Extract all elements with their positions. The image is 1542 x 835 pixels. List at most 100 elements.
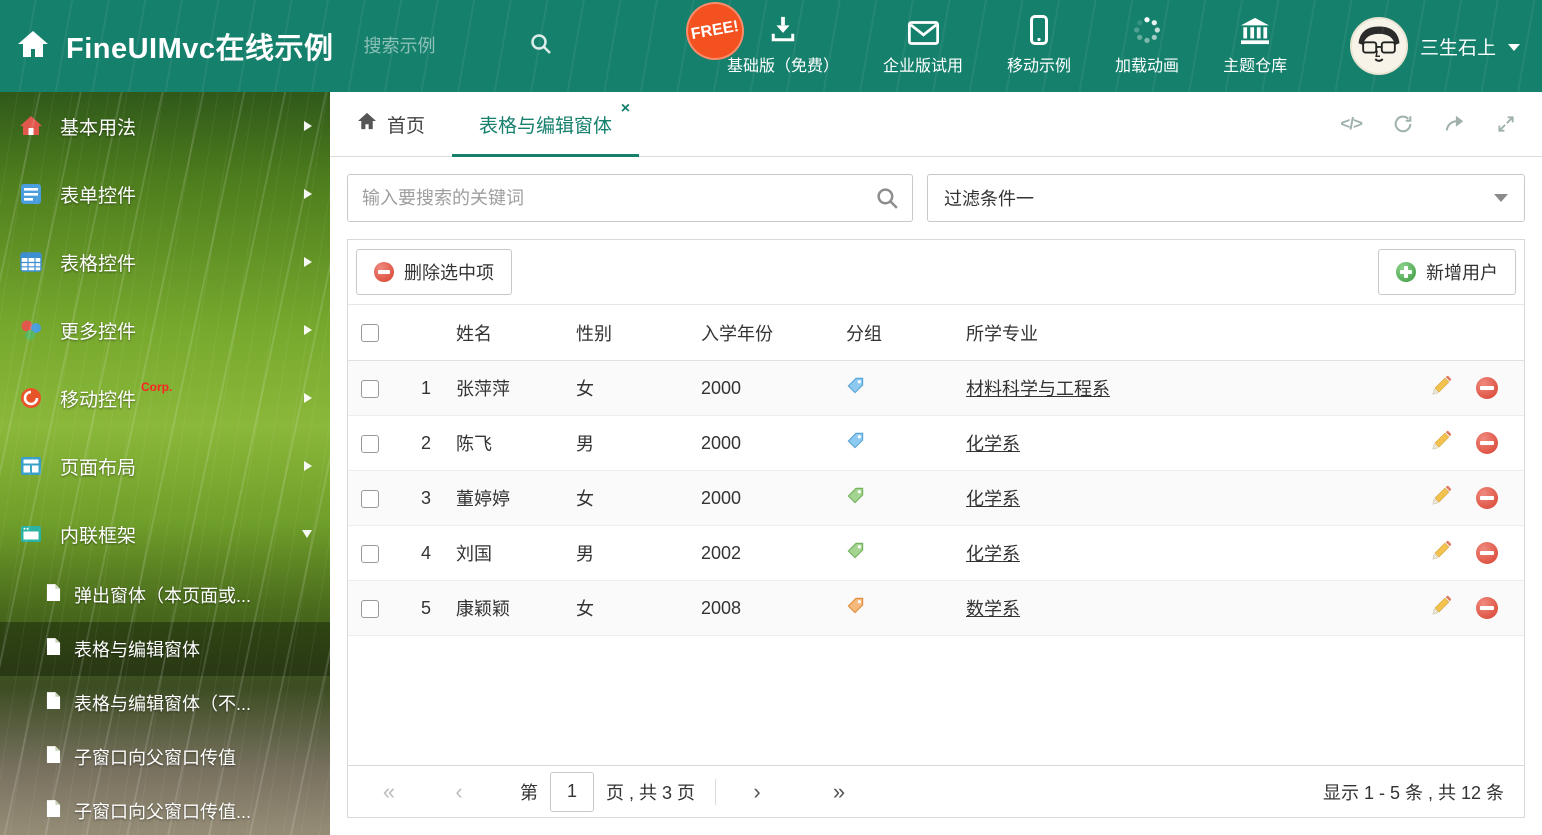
sidebar-item-grid-controls[interactable]: 表格控件: [0, 228, 330, 296]
row-gender: 女: [576, 489, 594, 509]
tab-tools: </>: [1340, 92, 1542, 156]
prev-page-button[interactable]: ‹: [438, 779, 480, 805]
chevron-down-icon: [302, 530, 312, 538]
table-row[interactable]: 2 陈飞 男 2000 化学系: [348, 416, 1524, 471]
table-row[interactable]: 5 康颖颖 女 2008 数学系: [348, 581, 1524, 636]
table-row[interactable]: 3 董婷婷 女 2000 化学系: [348, 471, 1524, 526]
subitem-label: 表格与编辑窗体（不...: [74, 694, 252, 714]
sidebar-subitem-child-to-parent-2[interactable]: 子窗口向父窗口传值...: [0, 784, 330, 835]
next-page-button[interactable]: ›: [736, 779, 778, 805]
major-link[interactable]: 化学系: [966, 544, 1020, 564]
nav-basic-edition[interactable]: 基础版（免费）: [727, 13, 839, 76]
add-user-button[interactable]: 新增用户: [1378, 249, 1516, 295]
col-major: 所学专业: [966, 323, 1038, 344]
corp-badge: Corp.: [141, 380, 173, 394]
major-link[interactable]: 数学系: [966, 599, 1020, 619]
table-row[interactable]: 1 张萍萍 女 2000 材料科学与工程系: [348, 361, 1524, 416]
tab-grid-edit-window[interactable]: 表格与编辑窗体 ×: [452, 92, 640, 157]
sidebar-item-more-controls[interactable]: 更多控件: [0, 296, 330, 364]
caret-down-icon: [1494, 194, 1508, 202]
row-number: 1: [420, 377, 431, 398]
sidebar-item-form-controls[interactable]: 表单控件: [0, 160, 330, 228]
expand-icon[interactable]: [1496, 114, 1516, 134]
edit-icon[interactable]: [1430, 595, 1452, 622]
sidebar-item-mobile-controls[interactable]: 移动控件 Corp.: [0, 364, 330, 432]
tab-close-icon[interactable]: ×: [621, 101, 630, 117]
widgets-icon: [18, 317, 44, 343]
sidebar-subitem-grid-edit-window-2[interactable]: 表格与编辑窗体（不...: [0, 676, 330, 730]
keyword-search-input[interactable]: [348, 175, 912, 221]
user-menu[interactable]: 三生石上: [1349, 17, 1542, 75]
page-number-input[interactable]: [550, 771, 594, 812]
tab-content: 过滤条件一 删除选中项 新增用户 姓名 性别: [330, 157, 1542, 835]
header-search-input[interactable]: [363, 35, 529, 57]
tag-icon: [847, 542, 864, 559]
delete-row-icon[interactable]: [1476, 377, 1498, 399]
top-header: FineUIMvc在线示例 FREE! 基础版（免费） 企业版试用 移动示例: [0, 0, 1542, 92]
last-page-button[interactable]: »: [818, 779, 860, 805]
sidebar-item-basic-usage[interactable]: 基本用法: [0, 92, 330, 160]
subitem-label: 表格与编辑窗体: [74, 640, 200, 660]
share-icon[interactable]: [1444, 113, 1466, 135]
row-gender: 女: [576, 599, 594, 619]
filter-dropdown[interactable]: 过滤条件一: [927, 174, 1525, 222]
sidebar-subitem-grid-edit-window[interactable]: 表格与编辑窗体: [0, 622, 330, 676]
sidebar-item-label: 基本用法: [60, 117, 137, 139]
major-link[interactable]: 化学系: [966, 434, 1020, 454]
delete-row-icon[interactable]: [1476, 487, 1498, 509]
delete-row-icon[interactable]: [1476, 432, 1498, 454]
row-checkbox[interactable]: [361, 544, 379, 563]
search-icon[interactable]: [875, 186, 900, 216]
row-checkbox[interactable]: [361, 599, 379, 618]
house-icon: [18, 113, 44, 139]
sidebar-subitem-child-to-parent[interactable]: 子窗口向父窗口传值: [0, 730, 330, 784]
pagination-bar: « ‹ 第 页 , 共 3 页 › » 显示 1 - 5 条 , 共 12 条: [348, 765, 1524, 817]
row-name: 董婷婷: [456, 489, 510, 509]
search-icon[interactable]: [529, 32, 553, 61]
row-gender: 女: [576, 379, 594, 399]
refresh-icon[interactable]: [1392, 113, 1414, 135]
delete-selected-button[interactable]: 删除选中项: [356, 249, 512, 295]
page-label-prefix: 第: [520, 782, 538, 803]
row-number: 4: [420, 542, 431, 563]
envelope-icon: [907, 13, 939, 45]
nav-theme-store[interactable]: 主题仓库: [1223, 13, 1287, 76]
nav-loading-animation[interactable]: 加载动画: [1115, 13, 1179, 76]
edit-icon[interactable]: [1430, 430, 1452, 457]
edit-icon[interactable]: [1430, 540, 1452, 567]
brand[interactable]: FineUIMvc在线示例: [0, 25, 334, 67]
major-link[interactable]: 材料科学与工程系: [966, 379, 1110, 399]
subitem-label: 子窗口向父窗口传值...: [74, 802, 252, 822]
caret-down-icon: [1508, 44, 1520, 51]
avatar: [1349, 17, 1408, 75]
edit-icon[interactable]: [1430, 485, 1452, 512]
home-icon: [16, 29, 50, 64]
first-page-button[interactable]: «: [368, 779, 410, 805]
select-all-checkbox[interactable]: [361, 324, 379, 343]
nav-mobile-demo[interactable]: 移动示例: [1007, 13, 1071, 76]
row-checkbox[interactable]: [361, 379, 379, 398]
page-icon: [46, 691, 61, 715]
code-icon[interactable]: </>: [1340, 114, 1363, 134]
row-gender: 男: [576, 544, 594, 564]
edit-icon[interactable]: [1430, 375, 1452, 402]
row-number: 5: [420, 597, 431, 618]
table-row[interactable]: 4 刘国 男 2002 化学系: [348, 526, 1524, 581]
mobile-icon: [1030, 13, 1049, 45]
delete-row-icon[interactable]: [1476, 542, 1498, 564]
nav-enterprise-trial[interactable]: 企业版试用: [883, 13, 963, 76]
download-icon: [768, 13, 798, 45]
sidebar-item-inline-frame[interactable]: 内联框架: [0, 500, 330, 568]
row-year: 2000: [701, 487, 742, 508]
sidebar-subitem-popup-window[interactable]: 弹出窗体（本页面或...: [0, 568, 330, 622]
nav-label: 基础版（免费）: [727, 58, 840, 75]
row-checkbox[interactable]: [361, 434, 379, 453]
table-body: 1 张萍萍 女 2000 材料科学与工程系 2 陈飞 男 2000 化学系 3 …: [348, 361, 1524, 636]
major-link[interactable]: 化学系: [966, 489, 1020, 509]
sidebar-item-page-layout[interactable]: 页面布局: [0, 432, 330, 500]
sidebar-item-label: 表格控件: [60, 253, 137, 275]
row-checkbox[interactable]: [361, 489, 379, 508]
delete-row-icon[interactable]: [1476, 597, 1498, 619]
bank-icon: [1240, 13, 1270, 45]
tab-home[interactable]: 首页: [330, 92, 452, 156]
